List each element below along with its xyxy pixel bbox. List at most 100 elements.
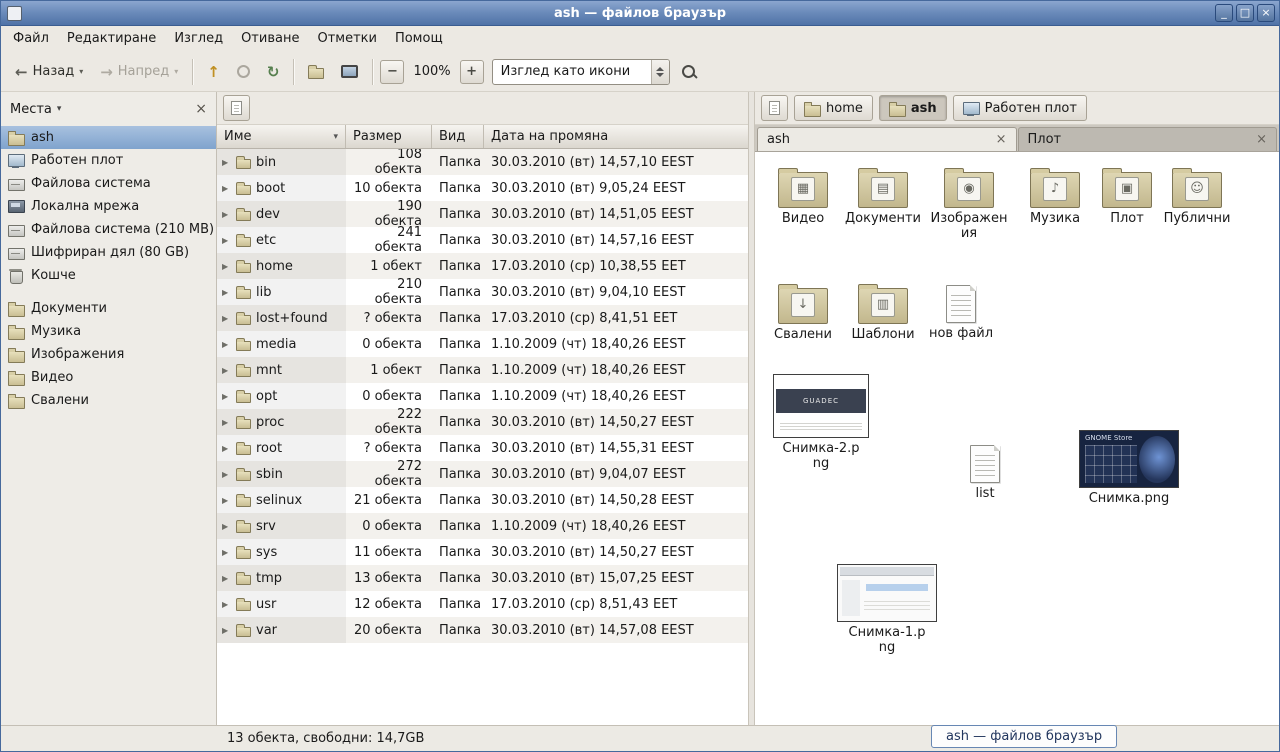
chevron-down-icon[interactable]: ▾ xyxy=(57,104,62,114)
path-button[interactable]: home xyxy=(794,95,873,121)
file-icon-item[interactable]: GUADEC GUADEC Снимка-2.png xyxy=(769,374,873,472)
maximize-button[interactable]: □ xyxy=(1236,4,1254,22)
file-icon-item[interactable]: ▤ xyxy=(845,166,921,227)
view-mode-combo[interactable]: Изглед като икони xyxy=(492,59,670,85)
titlebar[interactable]: ash — файлов браузър _ □ × xyxy=(1,1,1279,26)
expander-icon[interactable]: ▶ xyxy=(222,548,231,557)
expander-icon[interactable]: ▶ xyxy=(222,288,231,297)
expander-icon[interactable]: ▶ xyxy=(222,210,231,219)
file-row[interactable]: ▶ bin 108 обекта Папка 30.03.2010 (вт) 1… xyxy=(217,149,748,175)
menu-item[interactable]: Изглед xyxy=(165,26,232,52)
file-row[interactable]: ▶ usr 12 обекта Папка 17.03.2010 (ср) 8,… xyxy=(217,591,748,617)
file-icon-item[interactable]: ▦ xyxy=(765,166,841,227)
menu-item[interactable]: Отметки xyxy=(308,26,385,52)
search-button[interactable] xyxy=(673,59,705,85)
expander-icon[interactable]: ▶ xyxy=(222,600,231,609)
file-icon-item[interactable]: GNOME Store GNOME Store Снимка.png xyxy=(1077,430,1181,507)
file-row[interactable]: ▶ var 20 обекта Папка 30.03.2010 (вт) 14… xyxy=(217,617,748,643)
zoom-out-button[interactable]: − xyxy=(380,60,404,84)
expander-icon[interactable]: ▶ xyxy=(222,522,231,531)
path-button[interactable]: Работен плот xyxy=(953,95,1087,121)
sidebar-place-item[interactable]: Кошче xyxy=(1,264,216,287)
chevron-down-icon[interactable]: ▾ xyxy=(79,67,83,76)
up-button[interactable]: ↑ xyxy=(200,59,227,85)
file-row[interactable]: ▶ media 0 обекта Папка 1.10.2009 (чт) 18… xyxy=(217,331,748,357)
combo-arrows-icon[interactable] xyxy=(651,60,669,84)
sidebar-bookmark-item[interactable]: Музика xyxy=(1,320,216,343)
file-icon-item[interactable]: ♪ xyxy=(1017,166,1093,227)
file-row[interactable]: ▶ mnt 1 обект Папка 1.10.2009 (чт) 18,40… xyxy=(217,357,748,383)
column-header-name[interactable]: Име ▾ xyxy=(217,125,346,148)
close-sidebar-icon[interactable]: × xyxy=(195,101,207,117)
column-header-date[interactable]: Дата на промяна xyxy=(484,125,748,148)
sidebar-place-item[interactable]: Файлова система xyxy=(1,172,216,195)
file-row[interactable]: ▶ sbin 272 обекта Папка 30.03.2010 (вт) … xyxy=(217,461,748,487)
pane-splitter[interactable] xyxy=(748,92,755,725)
file-row[interactable]: ▶ opt 0 обекта Папка 1.10.2009 (чт) 18,4… xyxy=(217,383,748,409)
sidebar-bookmark-item[interactable]: Изображения xyxy=(1,343,216,366)
icon-view[interactable]: ▦ xyxy=(755,152,1279,725)
sidebar-place-item[interactable]: Работен плот xyxy=(1,149,216,172)
file-row[interactable]: ▶ lib 210 обекта Папка 30.03.2010 (вт) 9… xyxy=(217,279,748,305)
sidebar-bookmark-item[interactable]: Свалени xyxy=(1,389,216,412)
file-row[interactable]: ▶ proc 222 обекта Папка 30.03.2010 (вт) … xyxy=(217,409,748,435)
sidebar-place-item[interactable]: Шифриран дял (80 GB) xyxy=(1,241,216,264)
sidebar-bookmark-item[interactable]: Видео xyxy=(1,366,216,389)
stop-button[interactable] xyxy=(230,61,257,82)
places-selector[interactable]: Места xyxy=(10,102,52,117)
expander-icon[interactable]: ▶ xyxy=(222,158,231,167)
sidebar-place-item[interactable]: Файлова система (210 MB) xyxy=(1,218,216,241)
expander-icon[interactable]: ▶ xyxy=(222,340,231,349)
file-icon-item[interactable]: ▣ xyxy=(1089,166,1165,227)
file-row[interactable]: ▶ root ? обекта Папка 30.03.2010 (вт) 14… xyxy=(217,435,748,461)
close-button[interactable]: × xyxy=(1257,4,1275,22)
file-row[interactable]: ▶ tmp 13 обекта Папка 30.03.2010 (вт) 15… xyxy=(217,565,748,591)
expander-icon[interactable]: ▶ xyxy=(222,392,231,401)
file-icon-item[interactable]: ▥ xyxy=(845,282,921,343)
expander-icon[interactable]: ▶ xyxy=(222,366,231,375)
column-header-type[interactable]: Вид xyxy=(432,125,484,148)
tab[interactable]: Плот × xyxy=(1018,127,1278,151)
file-row[interactable]: ▶ etc 241 обекта Папка 30.03.2010 (вт) 1… xyxy=(217,227,748,253)
expander-icon[interactable]: ▶ xyxy=(222,236,231,245)
location-toggle-button[interactable] xyxy=(223,95,250,121)
column-header-size[interactable]: Размер xyxy=(346,125,432,148)
file-icon-item[interactable]: list xyxy=(947,442,1023,502)
file-row[interactable]: ▶ boot 10 обекта Папка 30.03.2010 (вт) 9… xyxy=(217,175,748,201)
home-button[interactable] xyxy=(301,61,331,83)
taskbar-window-button[interactable]: ash — файлов браузър xyxy=(931,725,1117,748)
expander-icon[interactable]: ▶ xyxy=(222,184,231,193)
zoom-in-button[interactable]: + xyxy=(460,60,484,84)
location-toggle-button[interactable] xyxy=(761,95,788,121)
expander-icon[interactable]: ▶ xyxy=(222,444,231,453)
file-icon-item[interactable]: ↓ xyxy=(765,282,841,343)
expander-icon[interactable]: ▶ xyxy=(222,470,231,479)
menu-item[interactable]: Отиване xyxy=(232,26,308,52)
file-icon-item[interactable]: ◉ xyxy=(931,166,1007,242)
file-row[interactable]: ▶ dev 190 обекта Папка 30.03.2010 (вт) 1… xyxy=(217,201,748,227)
file-row[interactable]: ▶ selinux 21 обекта Папка 30.03.2010 (вт… xyxy=(217,487,748,513)
expander-icon[interactable]: ▶ xyxy=(222,418,231,427)
minimize-button[interactable]: _ xyxy=(1215,4,1233,22)
computer-button[interactable] xyxy=(334,61,365,82)
file-row[interactable]: ▶ srv 0 обекта Папка 1.10.2009 (чт) 18,4… xyxy=(217,513,748,539)
reload-button[interactable]: ↻ xyxy=(260,59,287,85)
menu-item[interactable]: Файл xyxy=(4,26,58,52)
file-icon-item[interactable]: Снимка-1.png xyxy=(835,564,939,656)
file-row[interactable]: ▶ home 1 обект Папка 17.03.2010 (ср) 10,… xyxy=(217,253,748,279)
expander-icon[interactable]: ▶ xyxy=(222,314,231,323)
sidebar-bookmark-item[interactable]: Документи xyxy=(1,297,216,320)
close-tab-icon[interactable]: × xyxy=(1256,132,1267,147)
path-button[interactable]: ash xyxy=(879,95,947,121)
file-row[interactable]: ▶ sys 11 обекта Папка 30.03.2010 (вт) 14… xyxy=(217,539,748,565)
forward-button[interactable]: → Напред ▾ xyxy=(93,59,185,85)
expander-icon[interactable]: ▶ xyxy=(222,626,231,635)
expander-icon[interactable]: ▶ xyxy=(222,496,231,505)
expander-icon[interactable]: ▶ xyxy=(222,262,231,271)
file-icon-item[interactable]: ☺ xyxy=(1159,166,1235,227)
sidebar-place-item[interactable]: Локална мрежа xyxy=(1,195,216,218)
file-row[interactable]: ▶ lost+found ? обекта Папка 17.03.2010 (… xyxy=(217,305,748,331)
file-icon-item[interactable]: нов файл xyxy=(923,282,999,342)
close-tab-icon[interactable]: × xyxy=(996,132,1007,147)
menu-item[interactable]: Редактиране xyxy=(58,26,165,52)
